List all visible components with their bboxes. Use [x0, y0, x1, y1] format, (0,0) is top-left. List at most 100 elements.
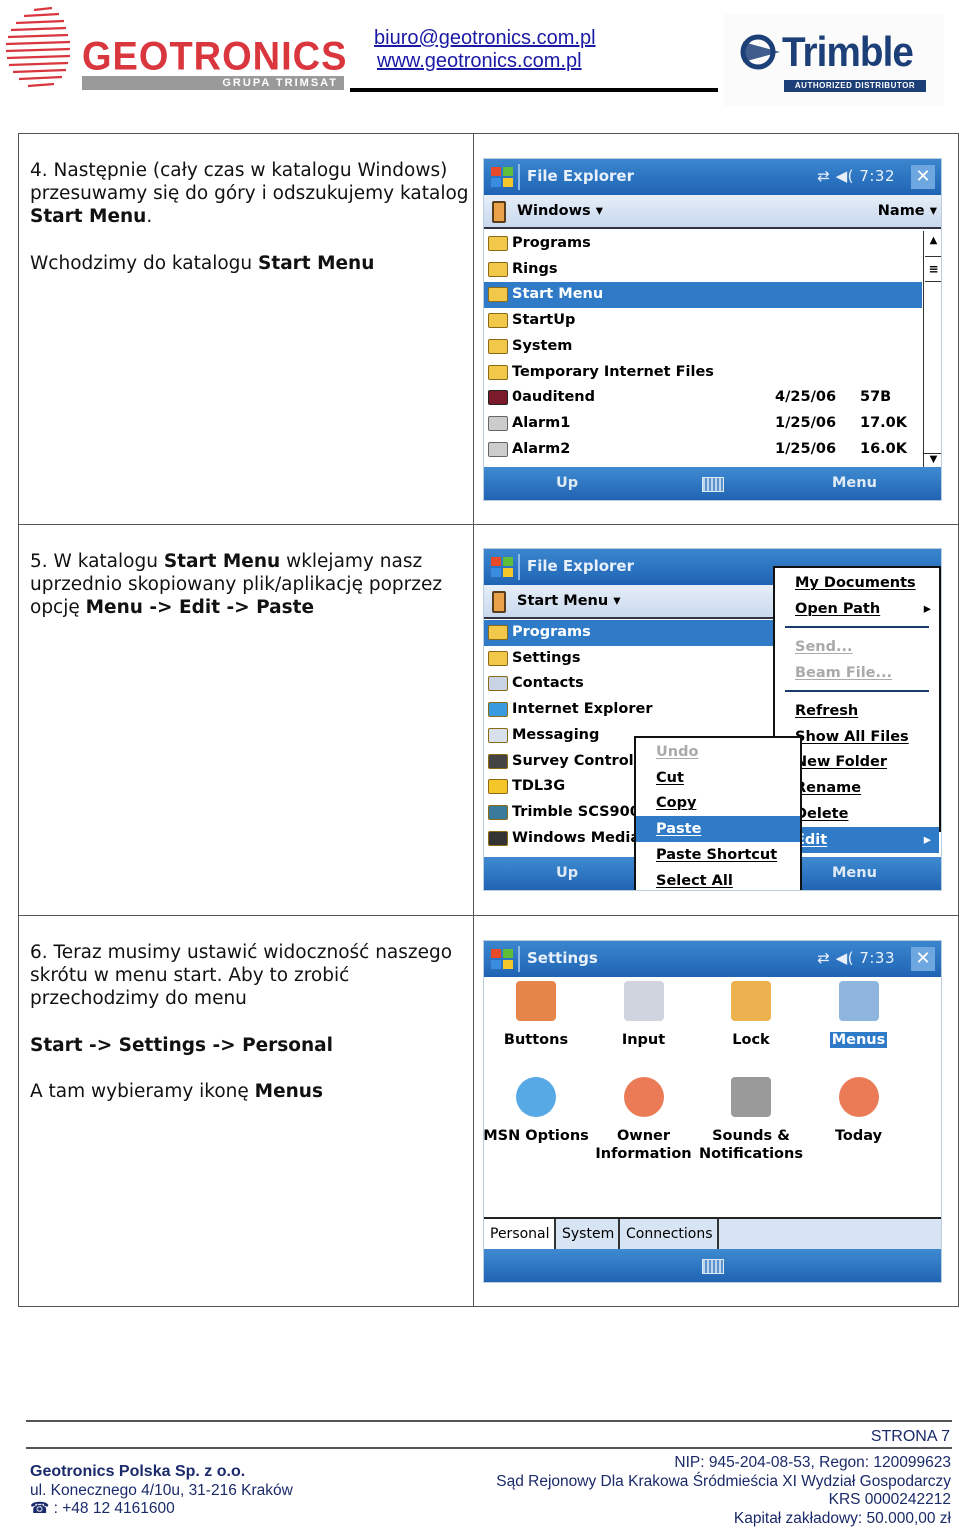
- shortcut-icon: [488, 753, 508, 769]
- scrollbar[interactable]: ▲ ≡ ▼: [923, 231, 941, 467]
- submenu-item-select-all[interactable]: Select All: [636, 868, 800, 891]
- softkey-bar: [484, 1249, 941, 1282]
- file-date: 1/25/06: [775, 414, 837, 431]
- file-list-item[interactable]: Start Menu: [484, 282, 922, 309]
- chevron-right-icon: ▸: [923, 832, 931, 848]
- keyboard-icon[interactable]: [702, 477, 724, 492]
- folder-icon: [488, 236, 508, 251]
- file-name: System: [512, 337, 573, 354]
- folder-icon: [488, 338, 508, 354]
- settings-item-buttons[interactable]: Buttons: [484, 981, 591, 1049]
- file-list-item[interactable]: Alarm2 1/25/06 16.0K: [484, 437, 922, 463]
- menu-separator: [785, 690, 929, 692]
- page-number: STRONA 7: [870, 1428, 950, 1445]
- shortcut-icon: [488, 702, 508, 718]
- menu-item-my-documents[interactable]: My Documents: [775, 570, 939, 596]
- submenu-item-paste[interactable]: Paste: [636, 816, 800, 843]
- folder-dropdown[interactable]: Windows ▾: [517, 203, 603, 219]
- sound-icon: [488, 415, 508, 431]
- file-name: StartUp: [512, 312, 576, 329]
- sort-dropdown[interactable]: Name ▾: [878, 203, 937, 219]
- settings-item-lock[interactable]: Lock: [696, 981, 806, 1049]
- file-name: Rings: [512, 260, 558, 277]
- file-name: 0auditend: [512, 389, 596, 406]
- file-size: 17.0K: [860, 414, 908, 431]
- clock[interactable]: 7:33: [859, 949, 895, 967]
- settings-item-msn-options[interactable]: MSN Options: [484, 1077, 591, 1145]
- buttons-icon: [516, 981, 556, 1021]
- menus-icon: [838, 981, 879, 1021]
- volume-icon[interactable]: ◀︎(: [836, 167, 854, 185]
- settings-item-input[interactable]: Input: [589, 981, 699, 1049]
- tab-personal[interactable]: Personal: [484, 1219, 556, 1249]
- settings-item-owner[interactable]: Owner Information: [589, 1077, 699, 1163]
- window-title: File Explorer: [527, 167, 634, 185]
- keyboard-icon[interactable]: [702, 1259, 724, 1274]
- tab-connections[interactable]: Connections: [620, 1219, 719, 1249]
- file-list-item[interactable]: Rings: [484, 257, 922, 283]
- window-title: Settings: [527, 949, 598, 967]
- company-name: Geotronics Polska Sp. z o.o.: [30, 1463, 246, 1480]
- file-list-item[interactable]: 0auditend 4/25/06 57B: [484, 385, 922, 411]
- scroll-thumb[interactable]: ≡: [925, 256, 941, 282]
- shortcut-icon: [488, 676, 508, 692]
- folder-icon: [488, 364, 508, 380]
- menu-separator: [785, 626, 929, 628]
- menu-item-send[interactable]: Send...: [775, 634, 939, 660]
- file-name: Windows Media: [512, 829, 641, 846]
- chevron-right-icon: ▸: [923, 601, 931, 617]
- menu-item-refresh[interactable]: Refresh: [775, 698, 939, 724]
- trimble-text: Trimble: [782, 28, 914, 75]
- softkey-bar: Up Menu: [484, 467, 941, 500]
- step-5-text: 5. W katalogu Start Menu wklejamy nasz u…: [30, 551, 443, 619]
- windows-start-icon[interactable]: [490, 556, 514, 578]
- menu-item-beam-file[interactable]: Beam File...: [775, 660, 939, 686]
- submenu-item-paste-shortcut[interactable]: Paste Shortcut: [636, 842, 800, 868]
- file-list-item[interactable]: Programs: [484, 231, 922, 257]
- header-divider: [350, 88, 718, 92]
- connectivity-icon[interactable]: ⇄: [817, 949, 830, 967]
- clock[interactable]: 7:32: [859, 167, 895, 185]
- submenu-item-undo[interactable]: Undo: [636, 739, 800, 765]
- chevron-down-icon: ▾: [929, 203, 937, 219]
- connectivity-icon[interactable]: ⇄: [817, 167, 830, 185]
- up-softkey[interactable]: Up: [556, 865, 578, 881]
- company-registration: NIP: 945-204-08-53, Regon: 120099623 Sąd…: [496, 1454, 951, 1527]
- close-button[interactable]: ✕: [911, 165, 935, 189]
- file-list-item[interactable]: StartUp: [484, 308, 922, 334]
- footer-divider: [26, 1420, 952, 1422]
- menu-item-open-path[interactable]: Open Path ▸: [775, 596, 939, 622]
- menu-softkey[interactable]: Menu: [832, 865, 877, 881]
- windows-start-icon[interactable]: [490, 948, 514, 970]
- sound-icon: [488, 441, 508, 457]
- settings-item-menus[interactable]: Menus: [804, 981, 914, 1049]
- trimble-logo: Trimble AUTHORIZED DISTRIBUTOR: [724, 14, 944, 106]
- file-list-item[interactable]: System: [484, 334, 922, 360]
- file-name: TDL3G: [512, 778, 566, 795]
- settings-item-today[interactable]: Today: [804, 1077, 914, 1145]
- windows-start-icon[interactable]: [490, 166, 514, 188]
- up-softkey[interactable]: Up: [556, 475, 578, 491]
- file-list-item[interactable]: Alarm1 1/25/06 17.0K: [484, 411, 922, 437]
- folder-dropdown[interactable]: Start Menu ▾: [517, 593, 621, 609]
- folder-icon: [488, 650, 508, 666]
- email-link[interactable]: biuro@geotronics.com.pl: [374, 27, 596, 50]
- file-list-item[interactable]: Temporary Internet Files: [484, 360, 922, 386]
- menu-softkey[interactable]: Menu: [832, 475, 877, 491]
- volume-icon[interactable]: ◀︎(: [836, 949, 854, 967]
- scroll-down-icon[interactable]: ▼: [924, 453, 941, 465]
- file-explorer-screenshot-2: File Explorer Start Menu ▾ Programs Setti…: [483, 548, 942, 891]
- website-link[interactable]: www.geotronics.com.pl: [374, 50, 596, 73]
- folder-icon: [488, 313, 508, 329]
- scroll-up-icon[interactable]: ▲: [924, 235, 941, 246]
- chevron-down-icon: ▾: [613, 593, 621, 609]
- tab-system[interactable]: System: [556, 1219, 620, 1249]
- settings-screenshot: Settings ⇄ ◀︎( 7:33 ✕ Buttons Input Lock Me…: [483, 940, 942, 1283]
- submenu-item-copy[interactable]: Copy: [636, 790, 800, 816]
- settings-item-sounds[interactable]: Sounds & Notifications: [696, 1077, 806, 1163]
- close-button[interactable]: ✕: [911, 947, 935, 971]
- trimble-subtext: AUTHORIZED DISTRIBUTOR: [784, 80, 926, 92]
- shortcut-icon: [488, 779, 508, 795]
- edit-submenu: Undo Cut Copy Paste Paste Shortcut Select All: [634, 736, 802, 891]
- submenu-item-cut[interactable]: Cut: [636, 765, 800, 791]
